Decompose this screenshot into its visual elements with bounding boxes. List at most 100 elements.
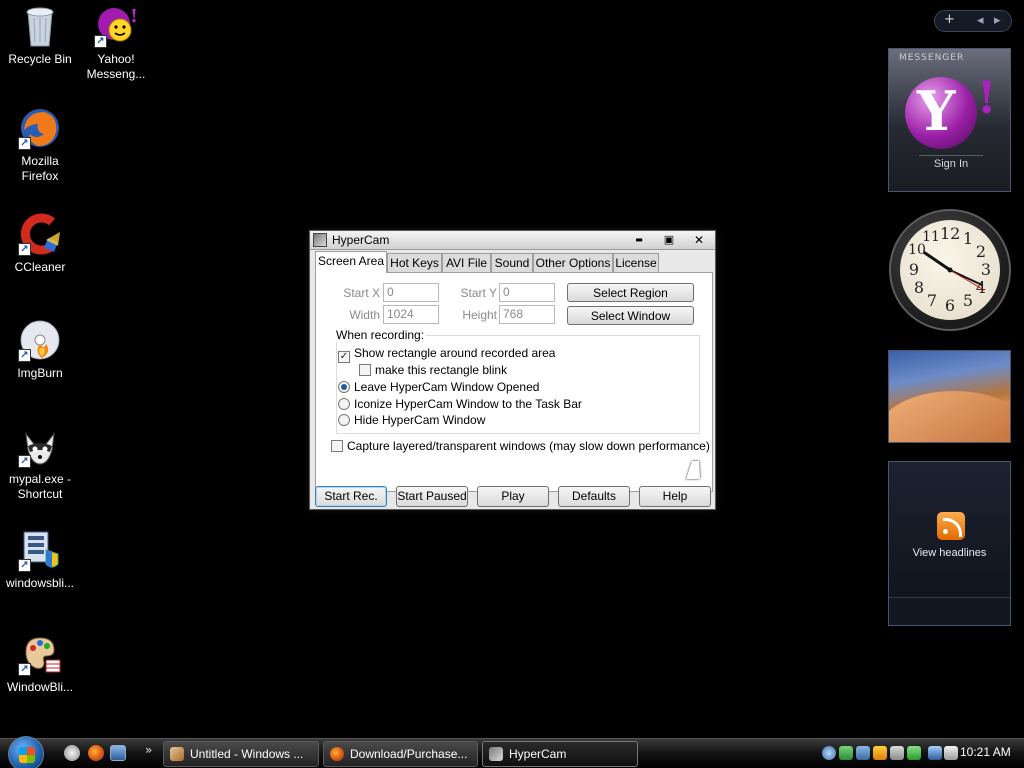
- tab-license[interactable]: License: [613, 253, 659, 273]
- minimize-button[interactable]: ▬: [627, 233, 651, 248]
- show-rectangle-checkbox[interactable]: ✓: [338, 351, 350, 363]
- select-window-button[interactable]: Select Window: [567, 306, 694, 325]
- tab-sound[interactable]: Sound: [491, 253, 533, 273]
- windowblinds-paint-icon: ↗: [18, 632, 62, 676]
- clock-face: 12 1 2 3 4 5 6 7 8 9 10 11: [900, 220, 1000, 320]
- desktop-icon-windowblinds-paint[interactable]: ↗ WindowBli...: [0, 632, 80, 695]
- desktop-icon-imgburn[interactable]: ↗ ImgBurn: [0, 318, 80, 381]
- tray-device-icon[interactable]: [890, 746, 904, 760]
- quicklaunch-firefox-icon[interactable]: [88, 745, 104, 761]
- tray-network-icon[interactable]: [928, 746, 942, 760]
- close-button[interactable]: ✕: [687, 233, 711, 248]
- sidebar-controls: + ◂ ▸: [934, 10, 1012, 32]
- desktop-icon-windowsblinds[interactable]: ↗ windowsbli...: [0, 528, 80, 591]
- start-button[interactable]: [8, 736, 44, 768]
- quicklaunch-show-desktop-icon[interactable]: [64, 745, 80, 761]
- desktop-icon-label: WindowBli...: [6, 680, 74, 694]
- task-label: HyperCam: [509, 747, 567, 761]
- shortcut-arrow-icon: ↗: [94, 35, 107, 48]
- tab-screen-area[interactable]: Screen Area: [315, 251, 387, 273]
- desktop-icon-ccleaner[interactable]: ↗ CCleaner: [0, 212, 80, 275]
- view-headlines-link[interactable]: View headlines: [889, 547, 1010, 559]
- show-rectangle-label: Show rectangle around recorded area: [354, 346, 556, 360]
- desktop-icon-recycle-bin[interactable]: Recycle Bin: [0, 4, 80, 67]
- task-untitled-windows[interactable]: Untitled - Windows ...: [163, 741, 319, 767]
- start-y-input[interactable]: 0: [499, 283, 555, 302]
- desktop-icon-firefox[interactable]: ↗ Mozilla Firefox: [0, 106, 80, 184]
- desktop-icon-label: Yahoo! Messeng...: [86, 52, 146, 81]
- start-x-label: Start X: [343, 286, 380, 300]
- show-rectangle-option[interactable]: ✓ Show rectangle around recorded area: [338, 346, 556, 363]
- maximize-button[interactable]: ▣: [657, 233, 681, 248]
- play-button[interactable]: Play: [477, 486, 549, 507]
- firefox-icon: ↗: [18, 106, 62, 150]
- shortcut-arrow-icon: ↗: [18, 559, 31, 572]
- sign-in-button[interactable]: Sign In: [919, 155, 983, 173]
- feed-gadget-footer: [889, 597, 1010, 625]
- blink-checkbox[interactable]: [359, 364, 371, 376]
- leave-window-opened-option[interactable]: Leave HyperCam Window Opened: [338, 380, 539, 395]
- start-rec-button[interactable]: Start Rec.: [315, 486, 387, 507]
- desktop-icon-label: CCleaner: [14, 260, 66, 274]
- task-hypercam[interactable]: HyperCam: [482, 741, 638, 767]
- tray-network-globe-icon[interactable]: [822, 746, 836, 760]
- messenger-brand-label: MESSENGER: [899, 53, 965, 63]
- defaults-button[interactable]: Defaults: [558, 486, 630, 507]
- tab-other-options[interactable]: Other Options: [533, 253, 613, 273]
- start-paused-button[interactable]: Start Paused: [396, 486, 468, 507]
- windowsblinds-icon: ↗: [18, 528, 62, 572]
- taskbar: » Untitled - Windows ... Download/Purcha…: [0, 736, 1024, 768]
- height-input[interactable]: 768: [499, 305, 555, 324]
- quicklaunch-switch-windows-icon[interactable]: [110, 745, 126, 761]
- title-bar[interactable]: HyperCam ▬ ▣ ✕: [310, 231, 715, 250]
- hide-window-radio[interactable]: [338, 414, 350, 426]
- height-label: Height: [462, 308, 497, 322]
- leave-window-opened-radio[interactable]: [338, 381, 350, 393]
- task-download-purchase[interactable]: Download/Purchase...: [323, 741, 478, 767]
- shortcut-arrow-icon: ↗: [18, 349, 31, 362]
- iconize-window-label: Iconize HyperCam Window to the Task Bar: [354, 397, 582, 411]
- iconize-window-option[interactable]: Iconize HyperCam Window to the Task Bar: [338, 397, 582, 412]
- feed-headlines-gadget[interactable]: View headlines: [888, 461, 1011, 626]
- tray-grid-icon[interactable]: [856, 746, 870, 760]
- shortcut-arrow-icon: ↗: [18, 663, 31, 676]
- iconize-window-radio[interactable]: [338, 398, 350, 410]
- clock-gadget[interactable]: 12 1 2 3 4 5 6 7 8 9 10 11: [889, 209, 1011, 331]
- quicklaunch-more-chevron[interactable]: »: [145, 743, 152, 757]
- capture-layered-option[interactable]: Capture layered/transparent windows (may…: [331, 439, 710, 454]
- desktop-icon-label: Recycle Bin: [8, 52, 72, 66]
- yahoo-messenger-icon: ! ↗: [94, 4, 138, 48]
- width-label: Width: [349, 308, 380, 322]
- desktop-icon-yahoo-messenger[interactable]: ! ↗ Yahoo! Messeng...: [76, 4, 156, 82]
- tray-app-icon[interactable]: [839, 746, 853, 760]
- capture-layered-checkbox[interactable]: [331, 440, 343, 452]
- shortcut-arrow-icon: ↗: [18, 137, 31, 150]
- blink-option[interactable]: make this rectangle blink: [359, 363, 507, 378]
- desktop-icon-label: windowsbli...: [5, 576, 75, 590]
- leave-window-opened-label: Leave HyperCam Window Opened: [354, 380, 540, 394]
- help-button[interactable]: Help: [639, 486, 711, 507]
- tray-volume-icon[interactable]: [944, 746, 958, 760]
- tab-avi-file[interactable]: AVI File: [442, 253, 491, 273]
- start-x-input[interactable]: 0: [383, 283, 439, 302]
- mypal-icon: ↗: [18, 424, 62, 468]
- windows-logo-icon: [19, 747, 35, 763]
- yahoo-logo: Y: [917, 79, 956, 143]
- tab-hot-keys[interactable]: Hot Keys: [387, 253, 442, 273]
- tray-update-check-icon[interactable]: [907, 746, 921, 760]
- rss-icon: [937, 512, 965, 540]
- add-gadget-button[interactable]: +: [944, 12, 955, 27]
- desktop-icon-label: ImgBurn: [17, 366, 63, 380]
- yahoo-messenger-gadget[interactable]: MESSENGER Y ! Sign In: [888, 48, 1011, 192]
- taskbar-clock[interactable]: 10:21 AM: [960, 745, 1011, 759]
- desktop-icon-mypal[interactable]: ↗ mypal.exe - Shortcut: [0, 424, 80, 502]
- tray-security-shield-icon[interactable]: [873, 746, 887, 760]
- select-region-button[interactable]: Select Region: [567, 283, 694, 302]
- clock-hands: [923, 251, 985, 291]
- next-page-button[interactable]: ▸: [994, 13, 1001, 28]
- firefox-task-icon: [330, 747, 344, 761]
- previous-page-button[interactable]: ◂: [977, 13, 984, 28]
- width-input[interactable]: 1024: [383, 305, 439, 324]
- slideshow-gadget[interactable]: [888, 350, 1011, 443]
- hide-window-option[interactable]: Hide HyperCam Window: [338, 413, 485, 428]
